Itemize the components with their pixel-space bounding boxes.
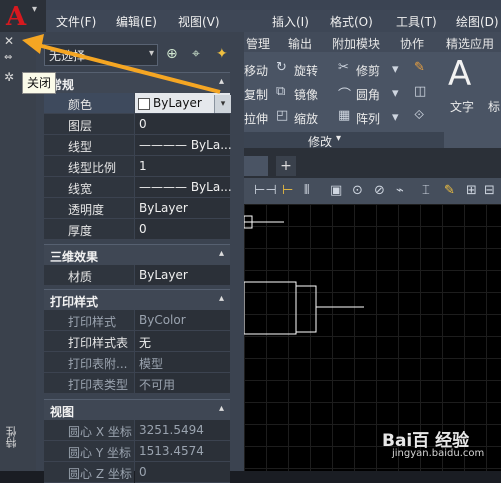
annotation-arrow	[22, 34, 221, 94]
watermark-url: jingyan.baidu.com	[392, 448, 485, 459]
